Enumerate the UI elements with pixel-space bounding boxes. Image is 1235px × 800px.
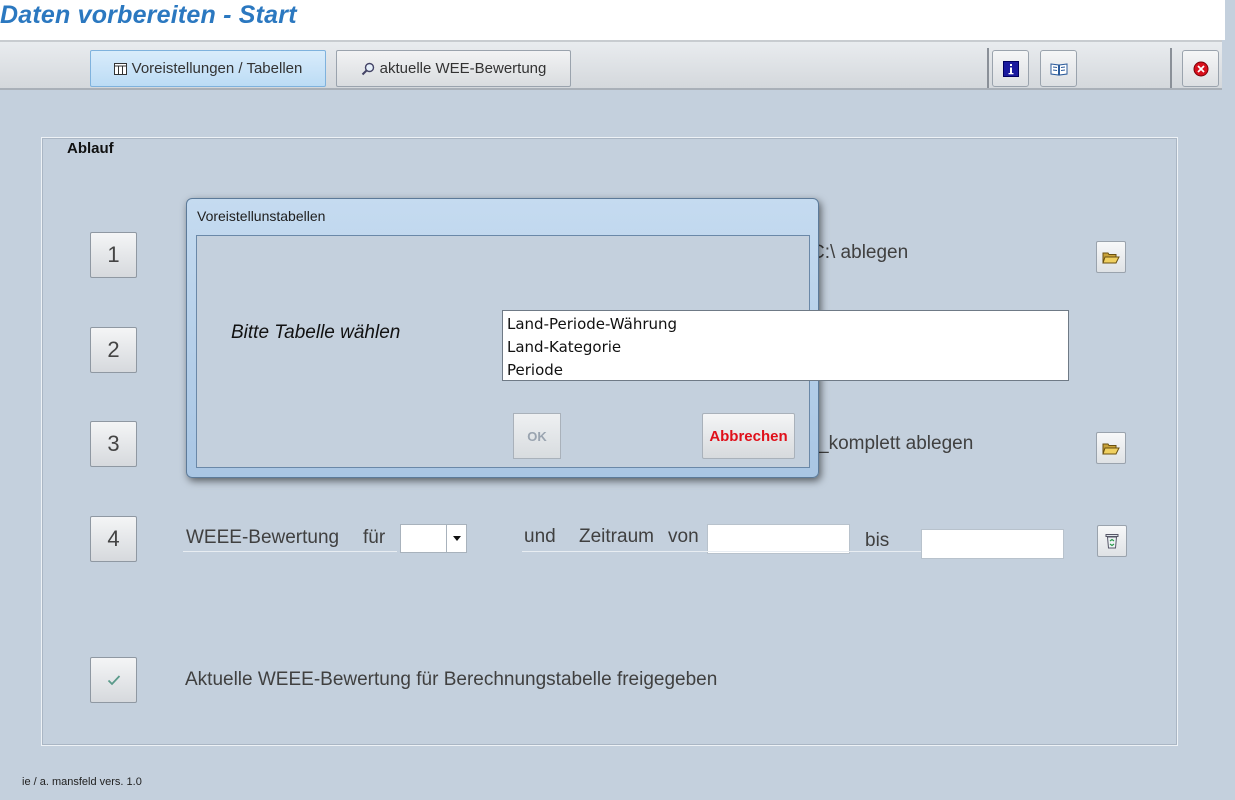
abbrechen-label: Abbrechen — [709, 427, 788, 445]
ok-label: OK — [527, 428, 547, 444]
step-4-combo-arrow[interactable] — [446, 525, 466, 552]
abbrechen-button[interactable]: Abbrechen — [702, 413, 795, 459]
step-3-button[interactable]: 3 — [90, 421, 137, 467]
option-periode[interactable]: Periode — [507, 359, 1068, 382]
zeitraum-von-input[interactable] — [707, 524, 850, 554]
close-icon — [1193, 61, 1208, 76]
toolbar-separator — [1170, 48, 1172, 88]
option-land-periode-waehrung[interactable]: Land-Periode-Währung — [507, 313, 1068, 336]
dropdown-arrow-icon — [452, 536, 461, 541]
step-4-label-wee: WEEE-Bewertung — [186, 527, 340, 548]
step-4-delete-button[interactable] — [1097, 525, 1127, 557]
step-1-button[interactable]: 1 — [90, 232, 137, 278]
step-3-text: _komplett ablegen — [818, 433, 974, 454]
version-footer: ie / a. mansfeld vers. 1.0 — [22, 776, 142, 788]
dialog-prompt: Bitte Tabelle wählen — [231, 322, 401, 343]
book-icon — [1050, 62, 1067, 76]
step-3-folder-button[interactable] — [1096, 432, 1126, 464]
step-4-label-zeitraum: Zeitraum — [579, 526, 654, 547]
underline — [522, 551, 922, 552]
step-4-button[interactable]: 4 — [90, 516, 137, 562]
option-land-kategorie[interactable]: Land-Kategorie — [507, 336, 1068, 359]
table-select-dropdown: Land-Periode-Währung Land-Kategorie Peri… — [502, 310, 1069, 381]
zeitraum-bis-input[interactable] — [921, 529, 1064, 559]
release-text: Aktuelle WEEE-Bewertung für Berechnungst… — [185, 669, 718, 690]
info-icon — [1002, 60, 1019, 77]
underline — [183, 551, 397, 552]
folder-open-icon — [1102, 443, 1120, 454]
step-1-text: C:\ ablegen — [811, 242, 909, 263]
step-4-label-bis: bis — [865, 530, 890, 551]
voreinstellungen-button[interactable]: Voreistellungen / Tabellen — [90, 50, 326, 87]
window-title: Daten vorbereiten - Start — [0, 1, 297, 29]
ok-button[interactable]: OK — [513, 413, 561, 459]
title-bar: Daten vorbereiten - Start — [0, 0, 1225, 40]
folder-open-icon — [1102, 252, 1120, 263]
step-4-label-fuer: für — [363, 527, 386, 548]
info-button[interactable] — [992, 50, 1029, 87]
step-1-folder-button[interactable] — [1096, 241, 1126, 273]
step-4-label-und: und — [524, 526, 556, 547]
magnifier-icon — [361, 62, 374, 75]
dialog-title: Voreistellunstabellen — [197, 208, 326, 224]
close-button[interactable] — [1182, 50, 1219, 87]
toolbar-separator — [987, 48, 989, 88]
toolbar: Voreistellungen / Tabellen aktuelle WEE-… — [0, 40, 1222, 90]
step-2-button[interactable]: 2 — [90, 327, 137, 373]
aktuelle-wee-bewertung-button[interactable]: aktuelle WEE-Bewertung — [336, 50, 571, 87]
step-4-combo[interactable] — [400, 524, 467, 553]
voreinstellungen-label: Voreistellungen / Tabellen — [131, 60, 303, 77]
help-book-button[interactable] — [1040, 50, 1077, 87]
wee-label: aktuelle WEE-Bewertung — [379, 60, 547, 77]
table-icon — [113, 62, 127, 75]
section-label: Ablauf — [67, 140, 114, 157]
recycle-bin-icon — [1105, 534, 1119, 549]
release-button[interactable] — [90, 657, 137, 703]
step-4-label-von: von — [668, 526, 699, 547]
checkmark-icon — [107, 675, 120, 686]
